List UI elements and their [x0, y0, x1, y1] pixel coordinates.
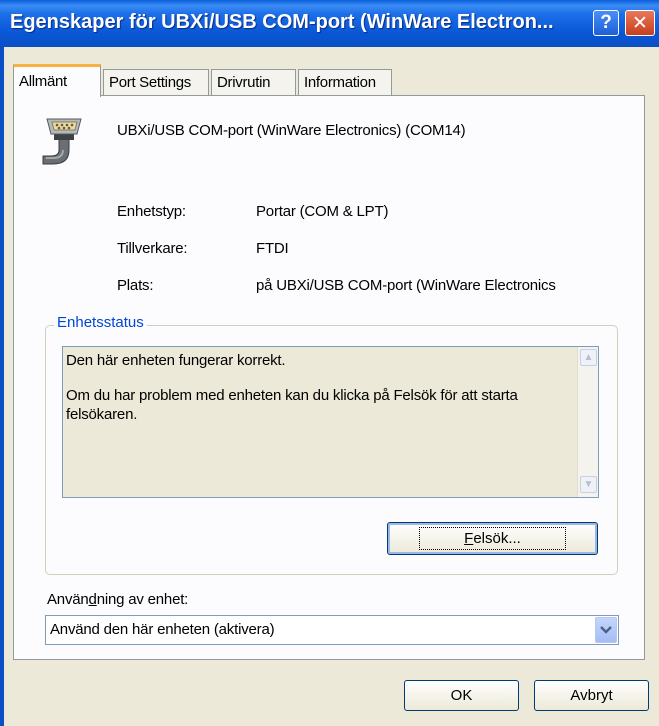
window-title: Egenskaper för UBXi/USB COM-port (WinWar…: [10, 11, 554, 33]
device-name: UBXi/USB COM-port (WinWare Electronics) …: [117, 122, 466, 139]
device-usage-label: Användning av enhet:: [47, 591, 189, 608]
tab-general[interactable]: Allmänt: [13, 64, 101, 97]
title-bar[interactable]: Egenskaper för UBXi/USB COM-port (WinWar…: [0, 0, 659, 47]
troubleshoot-label: Felsök...: [419, 527, 566, 550]
close-button[interactable]: ✕: [625, 10, 655, 36]
close-icon: ✕: [632, 12, 648, 34]
status-line-2: Om du har problem med enheten kan du kli…: [66, 387, 518, 423]
scroll-up-icon[interactable]: ▲: [580, 349, 597, 366]
troubleshoot-button[interactable]: Felsök...: [387, 522, 598, 555]
help-icon: ?: [600, 12, 612, 33]
scroll-down-icon[interactable]: ▼: [580, 476, 597, 493]
device-status-textbox[interactable]: Den här enheten fungerar korrekt. Om du …: [62, 346, 599, 498]
window-border: [0, 47, 4, 726]
tab-information[interactable]: Information: [298, 69, 392, 96]
chevron-down-icon[interactable]: [595, 617, 617, 643]
ok-button[interactable]: OK: [404, 680, 519, 711]
cancel-button[interactable]: Avbryt: [534, 680, 649, 711]
location-value: på UBXi/USB COM-port (WinWare Electronic…: [256, 277, 556, 294]
device-usage-select[interactable]: Använd den här enheten (aktivera): [45, 615, 619, 645]
device-status-title: Enhetsstatus: [54, 314, 147, 331]
tab-driver[interactable]: Drivrutin: [211, 69, 296, 96]
location-label: Plats:: [117, 277, 154, 294]
manufacturer-label: Tillverkare:: [117, 240, 188, 257]
device-usage-value: Använd den här enheten (aktivera): [50, 621, 275, 638]
tab-port-settings[interactable]: Port Settings: [103, 69, 209, 96]
device-type-label: Enhetstyp:: [117, 203, 186, 220]
status-scrollbar[interactable]: ▲ ▼: [577, 347, 598, 497]
help-button[interactable]: ?: [593, 10, 619, 36]
device-type-value: Portar (COM & LPT): [256, 203, 389, 220]
status-line-1: Den här enheten fungerar korrekt.: [66, 352, 286, 369]
device-status-text: Den här enheten fungerar korrekt. Om du …: [66, 351, 566, 440]
manufacturer-value: FTDI: [256, 240, 289, 257]
serial-port-connector-icon: [37, 116, 93, 172]
